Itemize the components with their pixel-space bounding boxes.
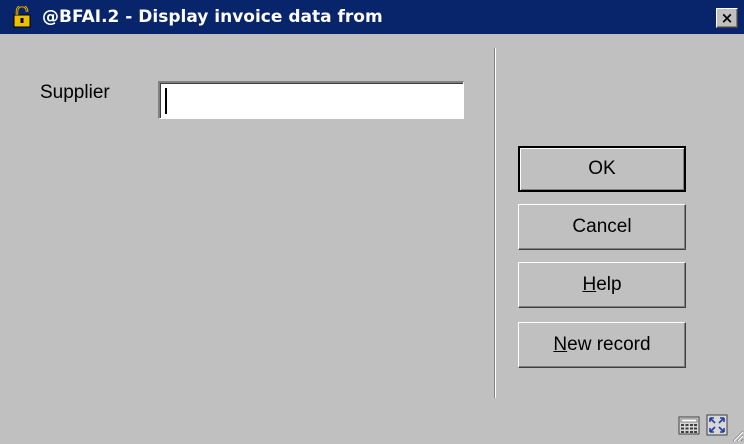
supplier-input[interactable] <box>158 81 464 119</box>
ok-button[interactable]: OK <box>518 146 686 192</box>
vertical-divider <box>494 48 496 398</box>
cancel-button[interactable]: Cancel <box>518 204 686 250</box>
help-button-label: Help <box>582 274 621 296</box>
dialog-window: @BFAI.2 - Display invoice data from × Su… <box>0 0 744 444</box>
title-bar[interactable]: @BFAI.2 - Display invoice data from × <box>0 0 744 34</box>
close-button[interactable]: × <box>716 8 738 28</box>
resize-grip-icon[interactable] <box>730 428 744 442</box>
window-title: @BFAI.2 - Display invoice data from <box>42 7 383 27</box>
help-button[interactable]: Help <box>518 262 686 308</box>
cancel-button-label: Cancel <box>572 216 632 237</box>
new-record-button[interactable]: New record <box>518 322 686 368</box>
text-caret <box>165 88 167 114</box>
close-icon: × <box>720 8 734 27</box>
ok-button-label: OK <box>588 158 616 179</box>
calculator-icon[interactable] <box>678 414 700 436</box>
help-label-rest: elp <box>596 274 622 295</box>
new-record-label-rest: ew record <box>567 334 651 355</box>
expand-icon[interactable] <box>706 414 728 436</box>
status-icons <box>678 414 728 438</box>
new-record-mnemonic: N <box>553 334 568 355</box>
help-mnemonic: H <box>582 274 597 295</box>
new-record-button-label: New record <box>553 334 650 356</box>
supplier-label: Supplier <box>40 82 110 103</box>
padlock-icon <box>13 6 31 28</box>
